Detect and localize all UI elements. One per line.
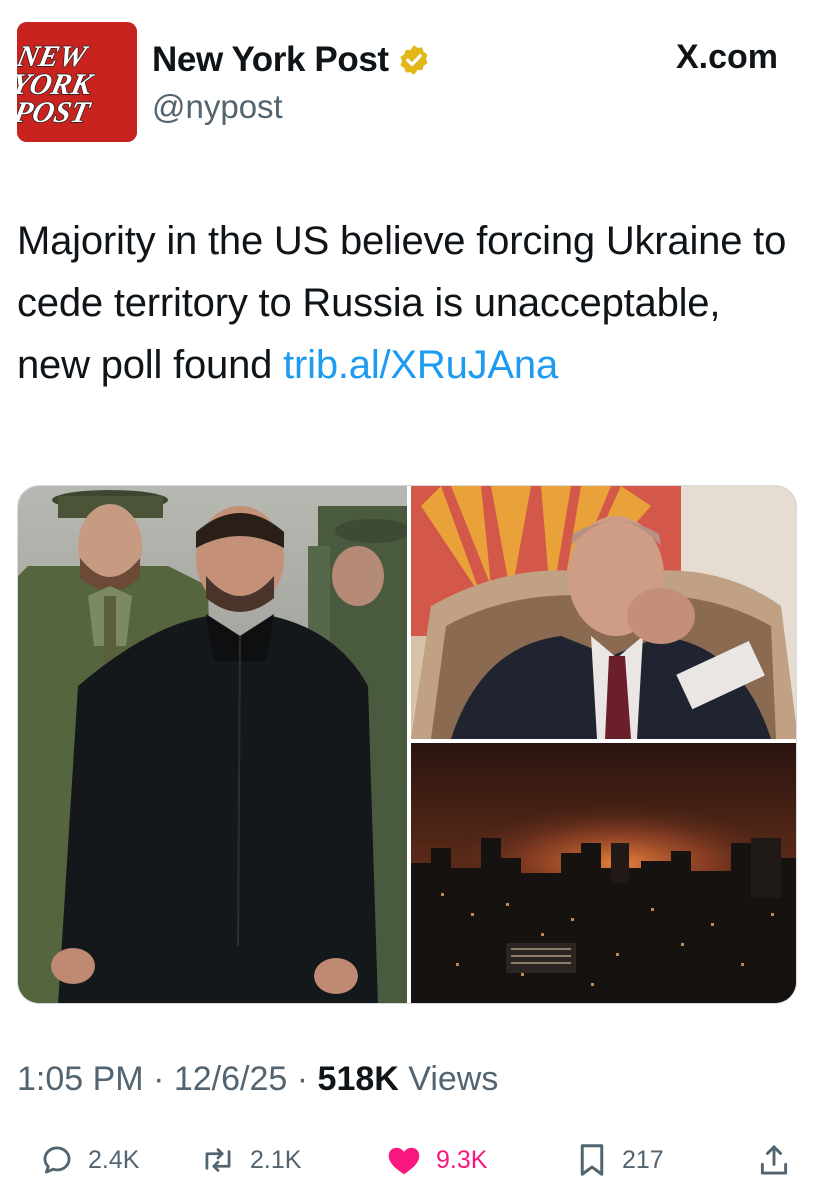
photo-zelensky-honor-guard [18, 486, 407, 1003]
like-count: 9.3K [436, 1145, 488, 1174]
bookmark-count: 217 [622, 1145, 664, 1174]
author-handle[interactable]: @nypost [152, 88, 283, 126]
repost-button[interactable]: 2.1K [200, 1138, 301, 1182]
tweet-time[interactable]: 1:05 PM [17, 1060, 144, 1098]
repost-count: 2.1K [250, 1145, 302, 1174]
photo-putin-seated [411, 486, 796, 739]
tweet-text: Majority in the US believe forcing Ukrai… [17, 210, 787, 396]
action-bar: 2.4K 2.1K 9.3K 217 [0, 1138, 814, 1182]
reply-button[interactable]: 2.4K [40, 1138, 139, 1182]
tweet-link[interactable]: trib.al/XRuJAna [283, 343, 558, 387]
author-name-row: New York Post [152, 38, 431, 82]
media-grid [17, 485, 797, 1004]
author-display-name[interactable]: New York Post [152, 40, 389, 80]
repost-icon [205, 1148, 231, 1172]
heart-icon [388, 1147, 420, 1175]
tweet-date[interactable]: 12/6/25 [174, 1060, 287, 1098]
platform-label: X.com [675, 38, 778, 76]
bookmark-button[interactable]: 217 [576, 1138, 664, 1182]
nypost-logo: NEW YORK POST [17, 22, 137, 142]
logo-line-3: POST [17, 95, 94, 129]
like-button[interactable]: 9.3K [386, 1138, 487, 1182]
media-image-3[interactable] [411, 743, 796, 1003]
avatar[interactable]: NEW YORK POST [17, 22, 137, 142]
views-label: Views [408, 1060, 499, 1098]
meta-separator-2: · [296, 1060, 318, 1098]
bookmark-icon [580, 1144, 604, 1176]
meta-separator: · [153, 1060, 174, 1098]
media-image-1[interactable] [18, 486, 407, 1003]
photo-night-city-explosion [411, 743, 796, 1003]
share-icon [760, 1145, 788, 1175]
verified-badge-icon[interactable] [397, 43, 431, 77]
tweet-meta: 1:05 PM · 12/6/25 · 518K Views [17, 1060, 498, 1099]
share-button[interactable] [758, 1138, 790, 1182]
reply-count: 2.4K [88, 1145, 140, 1174]
views-count: 518K [317, 1060, 399, 1098]
media-image-2[interactable] [411, 486, 796, 739]
reply-icon [43, 1146, 71, 1174]
